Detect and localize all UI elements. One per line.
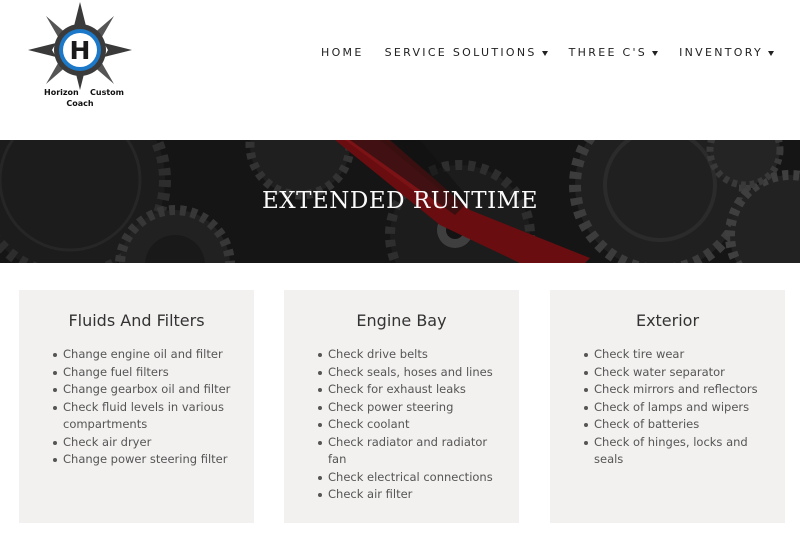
list-item: Check electrical connections — [318, 469, 509, 487]
list-item: Check of lamps and wipers — [584, 399, 775, 417]
service-cards: Fluids And Filters Change engine oil and… — [0, 263, 800, 533]
nav-label: SERVICE SOLUTIONS — [384, 46, 537, 59]
nav-item-home[interactable]: HOME — [321, 46, 364, 59]
caret-down-icon — [768, 50, 774, 56]
hero-banner: EXTENDED RUNTIME — [0, 140, 800, 263]
list-item: Check of batteries — [584, 416, 775, 434]
logo-word-custom: Custom — [90, 88, 124, 97]
nav-item-service-solutions[interactable]: SERVICE SOLUTIONS — [385, 46, 548, 59]
card-engine-bay: Engine Bay Check drive belts Check seals… — [284, 290, 519, 523]
card-fluids-and-filters: Fluids And Filters Change engine oil and… — [19, 290, 254, 523]
site-header: H Horizon Custom Coach HOME SERVICE SOLU… — [0, 0, 800, 140]
nav-label: THREE C'S — [568, 46, 648, 59]
logo-word-coach: Coach — [66, 99, 94, 108]
list-item: Check for exhaust leaks — [318, 381, 509, 399]
main-nav: HOME SERVICE SOLUTIONS THREE C'S INVENTO… — [321, 46, 774, 59]
list-item: Change power steering filter — [53, 451, 244, 469]
nav-item-inventory[interactable]: INVENTORY — [679, 46, 774, 59]
list-item: Check air dryer — [53, 434, 244, 452]
list-item: Check radiator and radiator fan — [318, 434, 509, 469]
caret-down-icon — [541, 50, 548, 56]
nav-label: HOME — [321, 46, 364, 59]
nav-label: INVENTORY — [679, 46, 763, 59]
list-item: Check water separator — [584, 364, 775, 382]
list-item: Check seals, hoses and lines — [318, 364, 509, 382]
checklist: Check tire wear Check water separator Ch… — [550, 346, 785, 469]
nav-item-three-cs[interactable]: THREE C'S — [568, 46, 659, 59]
logo-wordmark-line1: Horizon Custom — [44, 88, 124, 97]
list-item: Check tire wear — [584, 346, 775, 364]
list-item: Check mirrors and reflectors — [584, 381, 775, 399]
list-item: Change gearbox oil and filter — [53, 381, 244, 399]
logo-word-horizon: Horizon — [44, 88, 79, 97]
logo[interactable]: H Horizon Custom Coach — [28, 2, 132, 112]
caret-down-icon — [652, 50, 659, 56]
card-exterior: Exterior Check tire wear Check water sep… — [550, 290, 785, 523]
list-item: Check fluid levels in various compartmen… — [53, 399, 244, 434]
card-title: Exterior — [635, 311, 700, 330]
list-item: Check drive belts — [318, 346, 509, 364]
checklist: Change engine oil and filter Change fuel… — [19, 346, 254, 469]
checklist: Check drive belts Check seals, hoses and… — [284, 346, 519, 504]
list-item: Check of hinges, locks and seals — [584, 434, 775, 469]
logo-letter: H — [70, 36, 91, 65]
list-item: Change fuel filters — [53, 364, 244, 382]
list-item: Check coolant — [318, 416, 509, 434]
list-item: Check air filter — [318, 486, 509, 504]
card-title: Engine Bay — [356, 311, 447, 330]
list-item: Change engine oil and filter — [53, 346, 244, 364]
page-title: EXTENDED RUNTIME — [262, 188, 538, 214]
card-title: Fluids And Filters — [68, 311, 205, 330]
compass-logo-icon: H — [28, 2, 132, 90]
list-item: Check power steering — [318, 399, 509, 417]
